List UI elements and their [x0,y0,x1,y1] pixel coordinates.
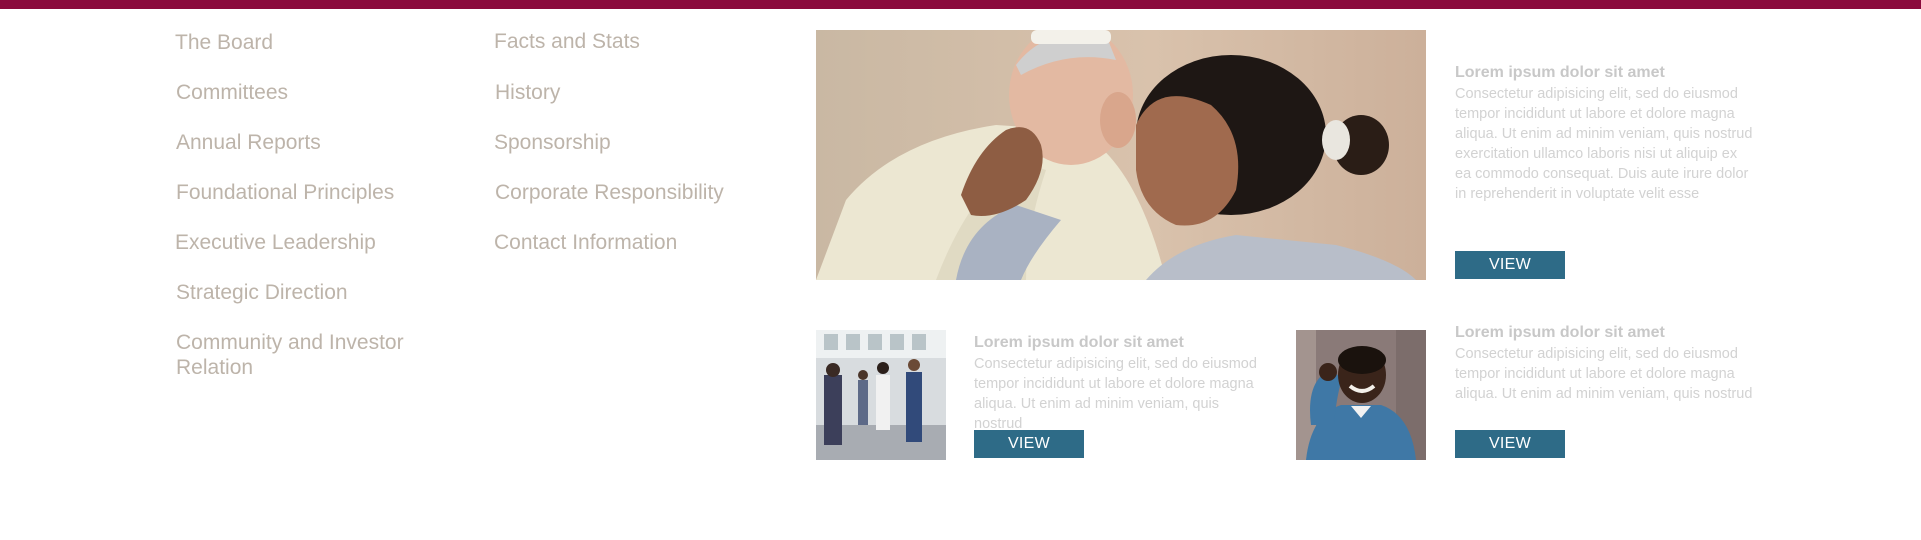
nav-link-strategic-direction[interactable]: Strategic Direction [176,280,348,305]
card-right-body: Consectetur adipisicing elit, sed do eiu… [1455,346,1753,402]
nav-link-annual-reports[interactable]: Annual Reports [176,130,321,155]
nav-link-executive-leadership[interactable]: Executive Leadership [175,230,376,255]
featured-body: Consectetur adipisicing elit, sed do eiu… [1455,86,1753,202]
card-left-view-button[interactable]: VIEW [974,430,1084,458]
card-left-title: Lorem ipsum dolor sit amet [974,334,1184,351]
featured-view-button[interactable]: VIEW [1455,251,1565,279]
nav-link-facts-and-stats[interactable]: Facts and Stats [494,29,640,54]
top-accent-bar [0,0,1921,9]
card-left-body: Consectetur adipisicing elit, sed do eiu… [974,356,1257,432]
card-right-view-button[interactable]: VIEW [1455,430,1565,458]
nav-link-community-investor-relation[interactable]: Community and Investor Relation [176,330,436,380]
hospital-hallway-photo[interactable] [816,330,946,460]
card-right-title: Lorem ipsum dolor sit amet [1455,324,1665,341]
nav-link-foundational-principles[interactable]: Foundational Principles [176,180,394,205]
nav-link-corporate-responsibility[interactable]: Corporate Responsibility [495,180,724,205]
nav-link-sponsorship[interactable]: Sponsorship [494,130,611,155]
nav-link-the-board[interactable]: The Board [175,30,273,55]
featured-photo-embrace[interactable] [816,30,1426,280]
nav-link-contact-information[interactable]: Contact Information [494,230,677,255]
featured-title: Lorem ipsum dolor sit amet [1455,64,1665,81]
child-portrait-photo[interactable] [1296,330,1426,460]
nav-link-history[interactable]: History [495,80,560,105]
nav-link-committees[interactable]: Committees [176,80,288,105]
